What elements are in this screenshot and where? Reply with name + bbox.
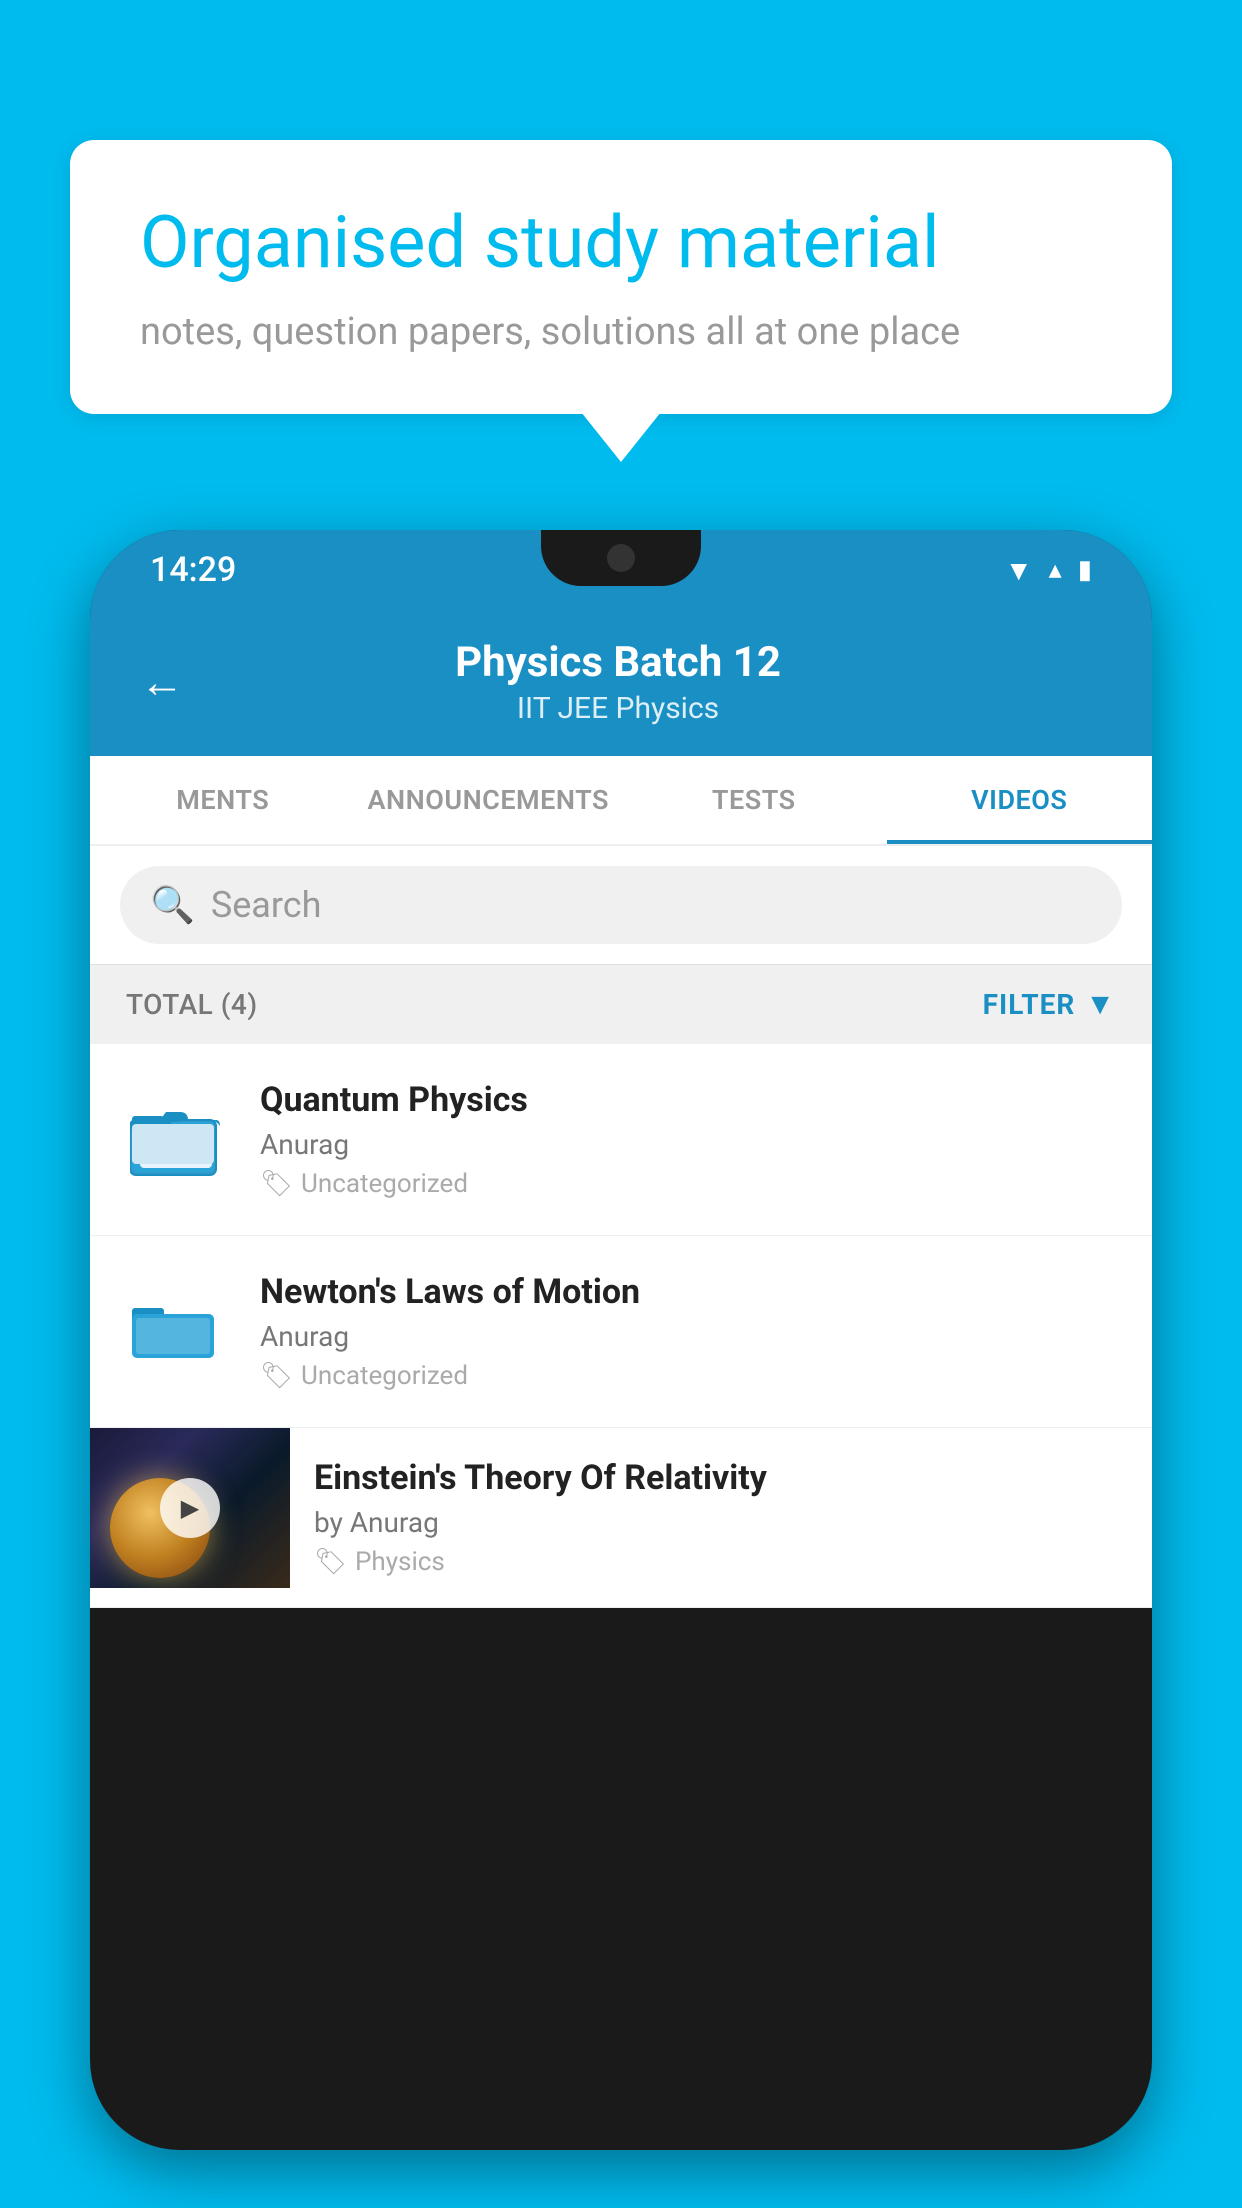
battery-icon: ▮ xyxy=(1078,555,1092,585)
search-input-wrapper[interactable]: 🔍 Search xyxy=(120,866,1122,944)
search-icon: 🔍 xyxy=(150,884,195,926)
header-title: Physics Batch 12 xyxy=(214,638,1022,687)
video-author-3: by Anurag xyxy=(314,1506,1128,1539)
list-item[interactable]: Quantum Physics Anurag 🏷 Uncategorized xyxy=(90,1044,1152,1236)
video-author-2: Anurag xyxy=(260,1320,1122,1353)
speech-bubble-card: Organised study material notes, question… xyxy=(70,140,1172,414)
tab-ments[interactable]: MENTS xyxy=(90,756,356,844)
phone-container: 14:29 ▼ ▴ ▮ ← Physics Batch 12 IIT JEE P… xyxy=(90,530,1152,2208)
screen-content: 🔍 Search TOTAL (4) FILTER ▼ xyxy=(90,846,1152,1608)
phone-mockup: 14:29 ▼ ▴ ▮ ← Physics Batch 12 IIT JEE P… xyxy=(90,530,1152,2150)
play-button[interactable]: ▶ xyxy=(160,1478,220,1538)
phone-notch xyxy=(541,530,701,586)
back-button[interactable]: ← xyxy=(140,656,184,708)
folder-icon xyxy=(130,1100,220,1180)
video-title-3: Einstein's Theory Of Relativity xyxy=(314,1458,1128,1498)
video-tag-2: 🏷 Uncategorized xyxy=(260,1361,1122,1391)
tag-icon-2: 🏷 xyxy=(260,1361,293,1391)
video-thumbnail-2 xyxy=(120,1277,230,1387)
header-subtitle: IIT JEE Physics xyxy=(214,691,1022,726)
bubble-title: Organised study material xyxy=(140,200,1102,286)
status-bar: 14:29 ▼ ▴ ▮ xyxy=(90,530,1152,610)
status-icons: ▼ ▴ ▮ xyxy=(1005,554,1092,587)
tag-icon-1: 🏷 xyxy=(260,1169,293,1199)
video-list: Quantum Physics Anurag 🏷 Uncategorized xyxy=(90,1044,1152,1608)
list-item[interactable]: ▶ Einstein's Theory Of Relativity by Anu… xyxy=(90,1428,1152,1608)
tabs-bar: MENTS ANNOUNCEMENTS TESTS VIDEOS xyxy=(90,756,1152,846)
video-title-1: Quantum Physics xyxy=(260,1080,1122,1120)
video-title-2: Newton's Laws of Motion xyxy=(260,1272,1122,1312)
video-info-2: Newton's Laws of Motion Anurag 🏷 Uncateg… xyxy=(260,1272,1122,1391)
filter-button[interactable]: FILTER ▼ xyxy=(983,987,1116,1022)
video-thumbnail-1 xyxy=(120,1085,230,1195)
video-thumbnail-image: ▶ xyxy=(90,1428,290,1588)
search-placeholder: Search xyxy=(211,884,322,926)
tab-announcements[interactable]: ANNOUNCEMENTS xyxy=(356,756,622,844)
video-info-1: Quantum Physics Anurag 🏷 Uncategorized xyxy=(260,1080,1122,1199)
header-title-group: Physics Batch 12 IIT JEE Physics xyxy=(214,638,1022,726)
search-container: 🔍 Search xyxy=(90,846,1152,965)
video-tag-3: 🏷 Physics xyxy=(314,1547,1128,1577)
total-count: TOTAL (4) xyxy=(126,988,258,1021)
video-author-1: Anurag xyxy=(260,1128,1122,1161)
app-header: ← Physics Batch 12 IIT JEE Physics xyxy=(90,610,1152,756)
video-tag-1: 🏷 Uncategorized xyxy=(260,1169,1122,1199)
speech-bubble-section: Organised study material notes, question… xyxy=(70,140,1172,414)
wifi-icon: ▼ xyxy=(1005,554,1033,587)
filter-row: TOTAL (4) FILTER ▼ xyxy=(90,965,1152,1044)
filter-label: FILTER xyxy=(983,988,1076,1021)
signal-icon: ▴ xyxy=(1049,555,1062,585)
bubble-subtitle: notes, question papers, solutions all at… xyxy=(140,310,1102,354)
tag-icon-3: 🏷 xyxy=(314,1547,347,1577)
list-item[interactable]: Newton's Laws of Motion Anurag 🏷 Uncateg… xyxy=(90,1236,1152,1428)
filter-icon: ▼ xyxy=(1085,987,1116,1022)
video-info-3: Einstein's Theory Of Relativity by Anura… xyxy=(290,1428,1152,1607)
camera-dot xyxy=(607,544,635,572)
tab-tests[interactable]: TESTS xyxy=(621,756,887,844)
tab-videos[interactable]: VIDEOS xyxy=(887,756,1153,844)
status-time: 14:29 xyxy=(150,550,236,590)
folder-icon xyxy=(130,1292,220,1372)
